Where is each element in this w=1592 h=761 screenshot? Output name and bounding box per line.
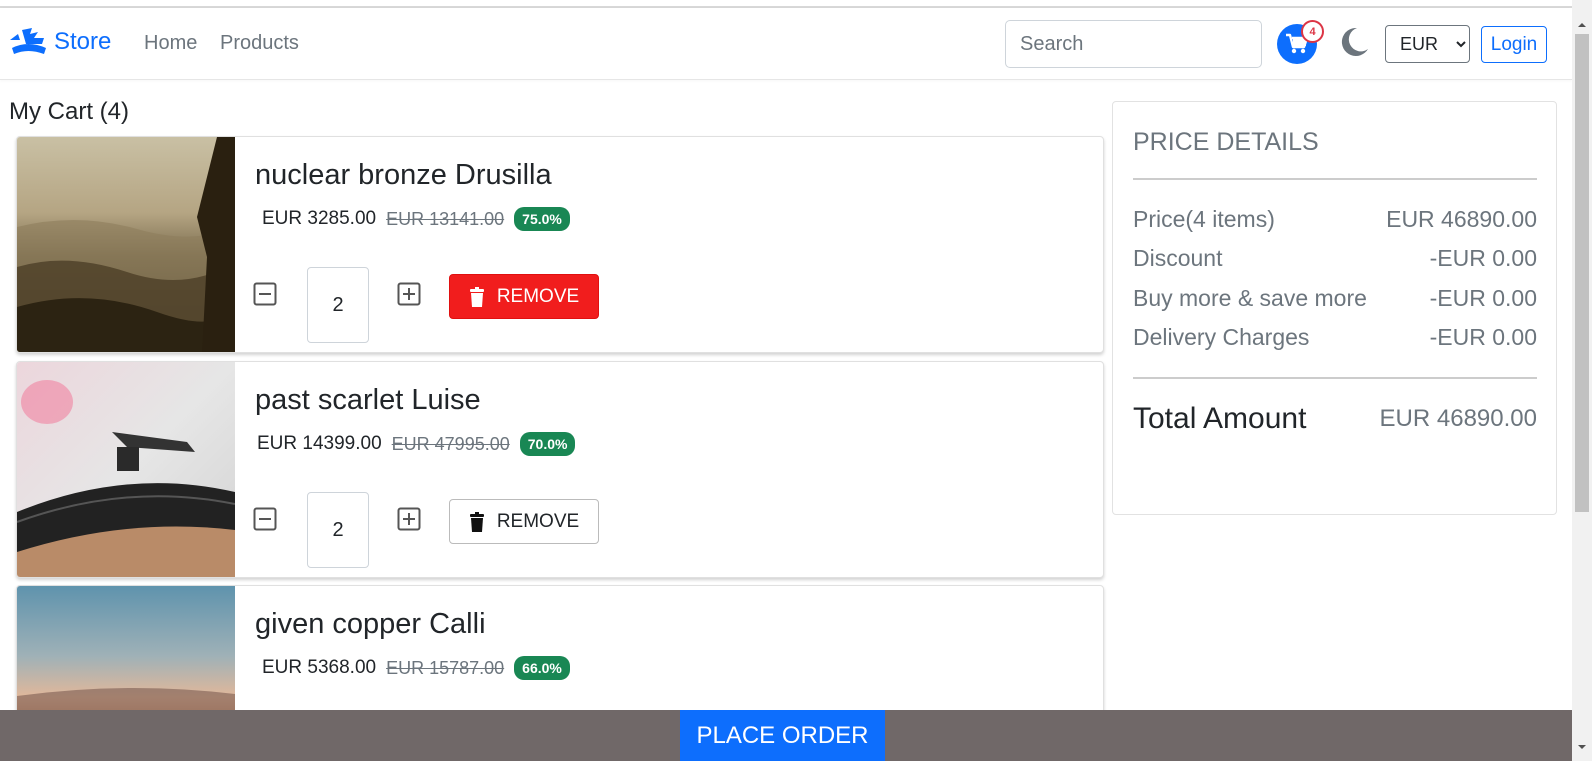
- brand-name: Store: [54, 28, 112, 55]
- login-button[interactable]: Login: [1481, 26, 1547, 63]
- product-original-price: EUR 13141.00: [386, 208, 505, 229]
- store-logo-icon: [10, 28, 46, 54]
- divider: [1133, 178, 1537, 180]
- product-name[interactable]: past scarlet Luise: [255, 384, 481, 417]
- scroll-up-arrow-icon[interactable]: [1577, 20, 1587, 30]
- price-value: EUR 46890.00: [1386, 206, 1537, 232]
- divider: [1133, 377, 1537, 379]
- price-row-delivery: Delivery Charges -EUR 0.00: [1133, 324, 1537, 351]
- price-label: Delivery Charges: [1133, 324, 1310, 350]
- product-price: EUR 3285.00: [262, 208, 377, 229]
- price-label: Price(4 items): [1133, 206, 1275, 232]
- price-label: Discount: [1133, 245, 1223, 271]
- price-details-title: PRICE DETAILS: [1133, 128, 1319, 156]
- quantity-input[interactable]: [307, 492, 369, 568]
- navbar: Store Home Products 4 EUR Login: [0, 8, 1572, 80]
- product-name[interactable]: nuclear bronze Drusilla: [255, 159, 552, 192]
- product-original-price: EUR 15787.00: [386, 657, 505, 678]
- remove-button[interactable]: REMOVE: [449, 274, 599, 319]
- total-value: EUR 46890.00: [1379, 405, 1537, 432]
- trash-icon: [469, 286, 484, 307]
- price-row-items: Price(4 items) EUR 46890.00: [1133, 206, 1537, 233]
- cart-count-badge: 4: [1301, 20, 1324, 43]
- remove-button[interactable]: REMOVE: [449, 499, 599, 544]
- product-image[interactable]: [17, 362, 235, 578]
- cart-title: My Cart (4): [9, 98, 129, 125]
- product-image[interactable]: [17, 137, 235, 353]
- search-input[interactable]: [1005, 20, 1262, 68]
- increase-quantity-icon[interactable]: [397, 507, 421, 531]
- dark-mode-moon-icon[interactable]: [1337, 25, 1371, 59]
- brand-link[interactable]: Store: [8, 26, 111, 58]
- nav-home[interactable]: Home: [144, 32, 197, 55]
- decrease-quantity-icon[interactable]: [253, 282, 277, 306]
- discount-badge: 66.0%: [514, 656, 570, 680]
- quantity-input[interactable]: [307, 267, 369, 343]
- remove-label: REMOVE: [496, 285, 580, 307]
- currency-select[interactable]: EUR: [1385, 25, 1470, 63]
- price-row: EUR 3285.00 EUR 13141.00 75.0%: [262, 207, 570, 231]
- product-price: EUR 5368.00: [262, 657, 377, 678]
- cart-item: past scarlet Luise EUR 14399.00 EUR 4799…: [16, 361, 1104, 578]
- price-row: EUR 14399.00 EUR 47995.00 70.0%: [257, 432, 576, 456]
- decrease-quantity-icon[interactable]: [253, 507, 277, 531]
- price-value: -EUR 0.00: [1429, 285, 1537, 311]
- scrollbar-thumb[interactable]: [1575, 34, 1589, 512]
- scroll-down-arrow-icon[interactable]: [1577, 742, 1587, 752]
- price-row-discount: Discount -EUR 0.00: [1133, 245, 1537, 272]
- increase-quantity-icon[interactable]: [397, 282, 421, 306]
- nav-products[interactable]: Products: [220, 32, 299, 55]
- place-order-button[interactable]: PLACE ORDER: [680, 710, 885, 761]
- remove-label: REMOVE: [496, 510, 580, 532]
- product-original-price: EUR 47995.00: [391, 433, 510, 454]
- trash-icon: [469, 511, 484, 532]
- price-value: -EUR 0.00: [1429, 324, 1537, 350]
- price-label: Buy more & save more: [1133, 285, 1367, 311]
- price-row: EUR 5368.00 EUR 15787.00 66.0%: [262, 656, 570, 680]
- product-image[interactable]: [17, 586, 235, 725]
- discount-badge: 70.0%: [519, 432, 576, 456]
- price-details-panel: PRICE DETAILS Price(4 items) EUR 46890.0…: [1112, 101, 1557, 515]
- price-value: -EUR 0.00: [1429, 245, 1537, 271]
- price-row-buy-more: Buy more & save more -EUR 0.00: [1133, 285, 1537, 312]
- discount-badge: 75.0%: [514, 207, 570, 231]
- product-price: EUR 14399.00: [257, 433, 382, 454]
- cart-item: given copper Calli EUR 5368.00 EUR 15787…: [16, 585, 1104, 725]
- product-name[interactable]: given copper Calli: [255, 608, 486, 641]
- cart-item: nuclear bronze Drusilla EUR 3285.00 EUR …: [16, 136, 1104, 353]
- total-label: Total Amount: [1133, 402, 1307, 435]
- total-amount-row: Total Amount EUR 46890.00: [1133, 402, 1537, 436]
